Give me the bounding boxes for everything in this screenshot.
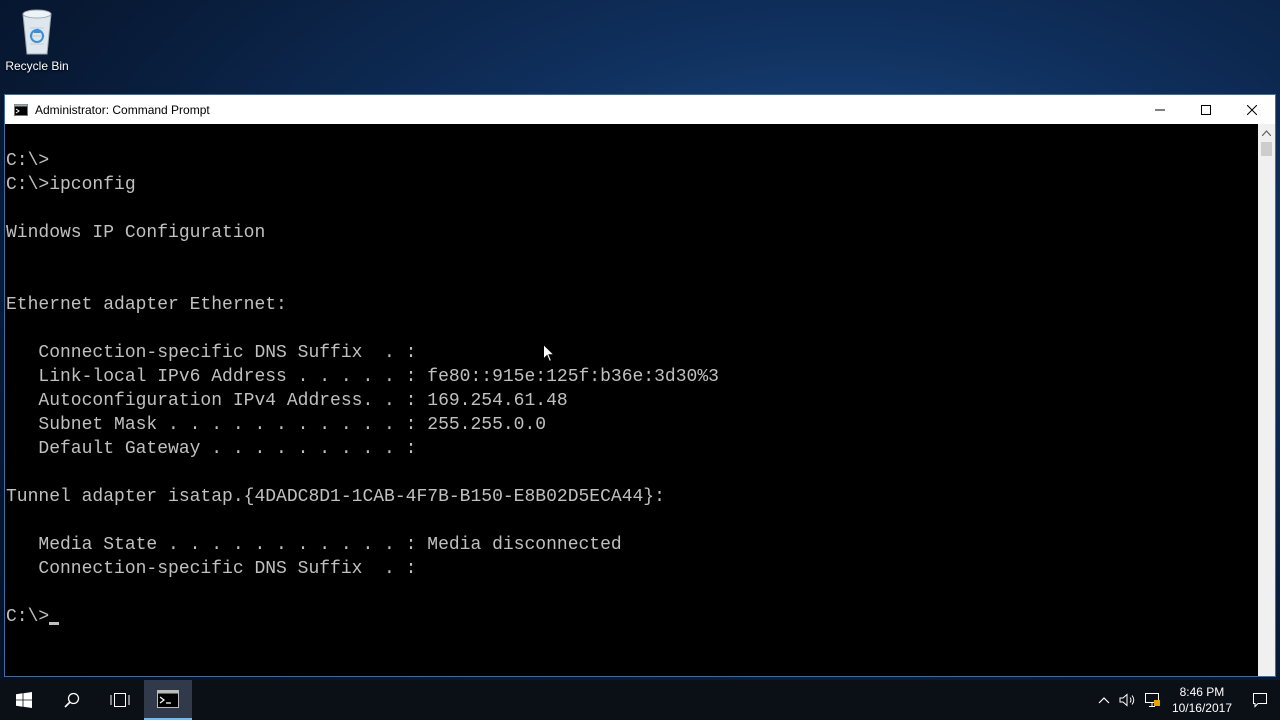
taskbar: 8:46 PM 10/16/2017	[0, 680, 1280, 720]
maximize-button[interactable]	[1183, 95, 1229, 124]
minimize-icon	[1155, 109, 1165, 110]
console-line: Subnet Mask . . . . . . . . . . . : 255.…	[6, 415, 547, 435]
recycle-bin-label: Recycle Bin	[5, 59, 69, 73]
console-line: Media State . . . . . . . . . . . : Medi…	[6, 535, 622, 555]
network-button[interactable]	[1140, 680, 1164, 720]
volume-button[interactable]	[1116, 680, 1140, 720]
show-hidden-icons-button[interactable]	[1092, 680, 1116, 720]
mouse-pointer-icon	[543, 344, 555, 363]
cmd-icon	[14, 103, 28, 116]
title-bar[interactable]: Administrator: Command Prompt	[5, 95, 1275, 124]
system-tray: 8:46 PM 10/16/2017	[1092, 680, 1280, 720]
task-view-button[interactable]	[96, 680, 144, 720]
scrollbar-thumb[interactable]	[1261, 142, 1272, 156]
console-line: Default Gateway . . . . . . . . . :	[6, 439, 417, 459]
console-line: Autoconfiguration IPv4 Address. . : 169.…	[6, 391, 568, 411]
console-line: Ethernet adapter Ethernet:	[6, 295, 287, 315]
clock-date: 10/16/2017	[1171, 701, 1232, 715]
cmd-taskbar-icon	[157, 690, 179, 708]
console-line: C:\>	[6, 605, 719, 629]
task-view-icon	[110, 693, 130, 707]
chevron-up-icon	[1098, 697, 1110, 704]
console-line: Tunnel adapter isatap.{4DADC8D1-1CAB-4F7…	[6, 487, 665, 507]
console-line: Connection-specific DNS Suffix . :	[6, 343, 417, 363]
console-line: Link-local IPv6 Address . . . . . : fe80…	[6, 367, 719, 387]
window-title: Administrator: Command Prompt	[35, 102, 210, 117]
chevron-up-icon	[1262, 130, 1271, 136]
close-icon	[1247, 104, 1257, 115]
vertical-scrollbar[interactable]	[1258, 124, 1275, 676]
search-button[interactable]	[48, 680, 96, 720]
network-icon	[1144, 693, 1160, 707]
clock-time: 8:46 PM	[1179, 685, 1225, 699]
recycle-bin-shortcut[interactable]: Recycle Bin	[4, 6, 70, 73]
recycle-bin-icon	[22, 9, 52, 55]
taskbar-command-prompt[interactable]	[144, 680, 192, 720]
text-cursor	[49, 622, 60, 625]
console-output[interactable]: C:\> C:\>ipconfig Windows IP Configuration…	[5, 124, 1259, 676]
maximize-icon	[1201, 104, 1211, 115]
command-prompt-window[interactable]: Administrator: Command Prompt C:\> C:\>ip…	[4, 94, 1276, 677]
console-line: C:\>ipconfig	[6, 175, 136, 195]
search-icon	[64, 692, 80, 708]
console-line: C:\>	[6, 151, 50, 171]
windows-start-icon	[16, 692, 32, 708]
taskbar-clock[interactable]: 8:46 PM 10/16/2017	[1164, 684, 1240, 716]
close-button[interactable]	[1229, 95, 1275, 124]
action-center-button[interactable]	[1240, 680, 1280, 720]
console-lines: C:\> C:\>ipconfig Windows IP Configuration…	[6, 149, 719, 629]
start-button[interactable]	[0, 680, 48, 720]
scroll-up-button[interactable]	[1258, 127, 1275, 139]
minimize-button[interactable]	[1137, 95, 1183, 124]
notification-icon	[1253, 693, 1267, 708]
console-line: Connection-specific DNS Suffix . :	[6, 559, 417, 579]
volume-icon	[1119, 693, 1135, 707]
console-line: Windows IP Configuration	[6, 223, 266, 243]
